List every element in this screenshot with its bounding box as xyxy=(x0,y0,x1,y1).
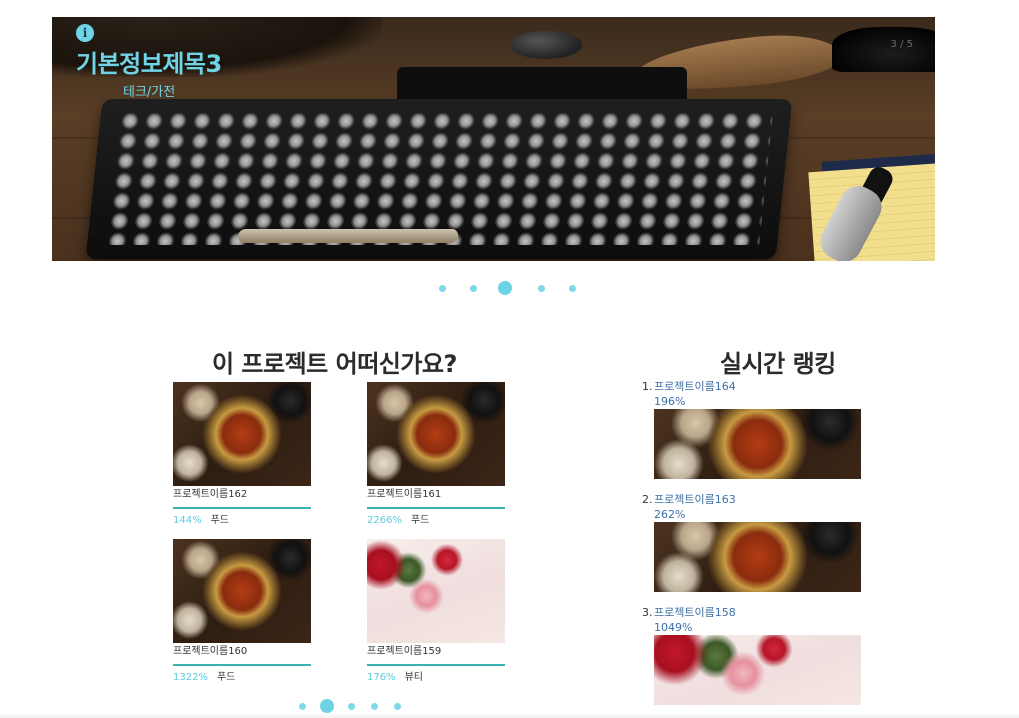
funding-percent: 1322% xyxy=(173,672,208,683)
ranking-project-name[interactable]: 프로젝트이름163 xyxy=(654,492,736,507)
grid-pagination xyxy=(299,699,417,713)
hero-dot-3-active[interactable] xyxy=(498,281,512,295)
ranking-item[interactable]: 1. 프로젝트이름164 196% xyxy=(642,379,862,479)
bottom-fade xyxy=(0,712,1019,718)
ranking-section-title: 실시간 랭킹 xyxy=(720,350,836,378)
grid-dot-1[interactable] xyxy=(299,702,306,710)
hero-dot-4[interactable] xyxy=(538,284,545,292)
hero-dot-1[interactable] xyxy=(439,284,446,292)
recommend-section-title: 이 프로젝트 어떠신가요? xyxy=(212,350,457,378)
project-category: 푸드 xyxy=(210,515,229,526)
project-thumbnail[interactable] xyxy=(173,382,311,486)
project-card[interactable]: 프로젝트이름161 2266% 푸드 xyxy=(367,382,505,528)
funding-percent: 2266% xyxy=(367,515,402,526)
hero-keyboard-keys xyxy=(105,111,774,245)
hero-bg-stone xyxy=(510,31,582,59)
ranking-project-name[interactable]: 프로젝트이름158 xyxy=(654,605,736,620)
project-name[interactable]: 프로젝트이름162 xyxy=(173,488,311,502)
hero-dot-2[interactable] xyxy=(470,284,477,292)
grid-dot-4[interactable] xyxy=(371,702,378,710)
ranking-percent: 262% xyxy=(654,508,686,521)
project-category: 푸드 xyxy=(410,515,430,526)
project-category: 뷰티 xyxy=(404,672,423,683)
hero-keyboard-spacebar xyxy=(237,229,459,243)
funding-percent: 176% xyxy=(367,672,396,683)
project-card[interactable]: 프로젝트이름160 1322% 푸드 xyxy=(173,539,311,685)
project-thumbnail[interactable] xyxy=(367,382,505,486)
project-name[interactable]: 프로젝트이름161 xyxy=(367,488,505,502)
ranking-number: 1. xyxy=(642,380,653,393)
ranking-item[interactable]: 3. 프로젝트이름158 1049% xyxy=(642,605,862,705)
ranking-number: 2. xyxy=(642,493,653,506)
project-name[interactable]: 프로젝트이름159 xyxy=(367,645,505,659)
ranking-item[interactable]: 2. 프로젝트이름163 262% xyxy=(642,492,862,592)
hero-banner[interactable]: i 기본정보제목3 테크/가전 3 / 5 xyxy=(52,17,935,261)
project-card[interactable]: 프로젝트이름159 176% 뷰티 xyxy=(367,539,505,685)
info-icon[interactable]: i xyxy=(76,24,94,42)
grid-dot-5[interactable] xyxy=(394,702,401,710)
hero-slide-counter: 3 / 5 xyxy=(890,39,913,50)
hero-pagination xyxy=(439,281,600,295)
grid-dot-2-active[interactable] xyxy=(320,699,334,713)
progress-bar xyxy=(173,507,311,509)
hero-keyboard-image xyxy=(85,99,793,259)
hero-bg-hat xyxy=(832,27,935,72)
ranking-thumbnail[interactable] xyxy=(654,522,861,592)
project-thumbnail[interactable] xyxy=(367,539,505,643)
funding-percent: 144% xyxy=(173,515,202,526)
hero-dot-5[interactable] xyxy=(569,284,576,292)
ranking-number: 3. xyxy=(642,606,653,619)
grid-dot-3[interactable] xyxy=(348,702,355,710)
progress-bar xyxy=(173,664,311,666)
project-category: 푸드 xyxy=(216,672,236,683)
ranking-project-name[interactable]: 프로젝트이름164 xyxy=(654,379,736,394)
project-thumbnail[interactable] xyxy=(173,539,311,643)
hero-category: 테크/가전 xyxy=(123,85,176,100)
hero-title[interactable]: 기본정보제목3 xyxy=(76,44,222,79)
progress-bar xyxy=(367,664,505,666)
ranking-thumbnail[interactable] xyxy=(654,409,861,479)
ranking-percent: 196% xyxy=(654,395,686,408)
ranking-thumbnail[interactable] xyxy=(654,635,861,705)
project-name[interactable]: 프로젝트이름160 xyxy=(173,645,311,659)
progress-bar xyxy=(367,507,505,509)
project-card[interactable]: 프로젝트이름162 144% 푸드 xyxy=(173,382,311,528)
ranking-percent: 1049% xyxy=(654,621,693,634)
